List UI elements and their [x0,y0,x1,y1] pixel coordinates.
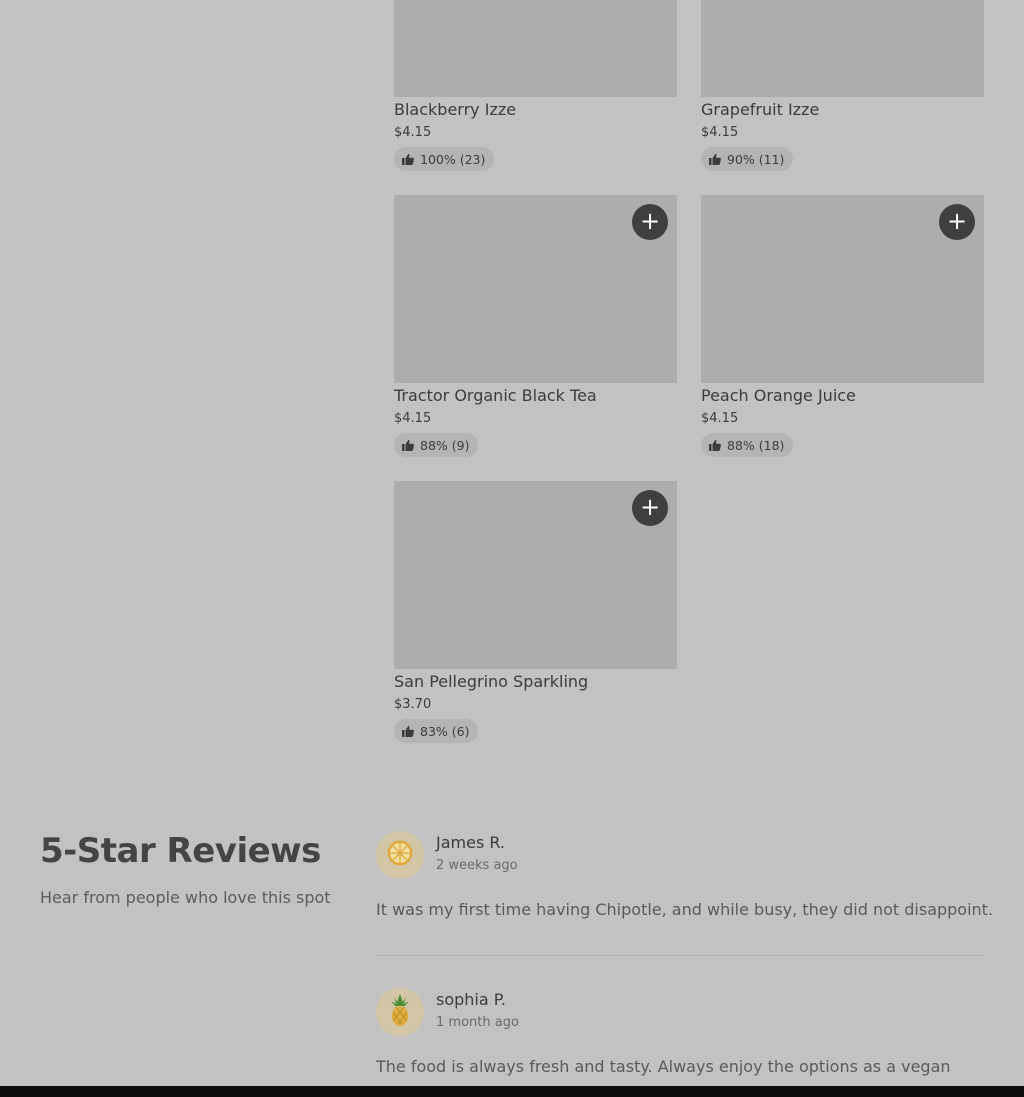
rating-text: 83% (6) [420,723,470,739]
rating-text: 88% (9) [420,437,470,453]
rating-badge: 88% (9) [394,433,479,457]
rating-text: 90% (11) [727,151,785,167]
rating-badge: 83% (6) [394,719,479,743]
review-time: 1 month ago [436,1015,519,1030]
product-price: $4.15 [701,411,739,426]
pineapple-icon [388,993,412,1031]
reviewer-avatar [376,988,424,1036]
product-image [701,0,984,97]
rating-badge: 90% (11) [701,147,794,171]
rating-badge: 100% (23) [394,147,495,171]
product-price: $4.15 [701,125,739,140]
add-to-cart-button[interactable]: + [939,204,975,240]
thumbs-up-icon [402,725,414,737]
add-to-cart-button[interactable]: + [632,204,668,240]
citrus-slice-icon [386,839,414,871]
thumbs-up-icon [709,153,721,165]
thumbs-up-icon [402,153,414,165]
rating-text: 88% (18) [727,437,785,453]
review-text: It was my first time having Chipotle, an… [376,900,994,919]
product-name: Peach Orange Juice [701,386,856,405]
add-to-cart-button[interactable]: + [632,490,668,526]
review-time: 2 weeks ago [436,858,518,873]
thumbs-up-icon [709,439,721,451]
reviewer-avatar [376,831,424,879]
reviewer-name: James R. [436,833,506,852]
reviewer-name: sophia P. [436,990,506,1009]
product-image [394,0,677,97]
rating-badge: 88% (18) [701,433,794,457]
product-name: Tractor Organic Black Tea [394,386,597,405]
reviews-subtitle: Hear from people who love this spot [40,888,331,907]
bottom-bar [0,1086,1024,1097]
rating-text: 100% (23) [420,151,486,167]
product-price: $4.15 [394,411,432,426]
product-price: $4.15 [394,125,432,140]
reviews-heading: 5-Star Reviews [40,831,321,871]
thumbs-up-icon [402,439,414,451]
review-divider [376,955,984,956]
product-name: San Pellegrino Sparkling [394,672,589,691]
review-text: The food is always fresh and tasty. Alwa… [376,1057,951,1076]
product-price: $3.70 [394,697,432,712]
product-name: Grapefruit Izze [701,100,820,119]
product-name: Blackberry Izze [394,100,517,119]
